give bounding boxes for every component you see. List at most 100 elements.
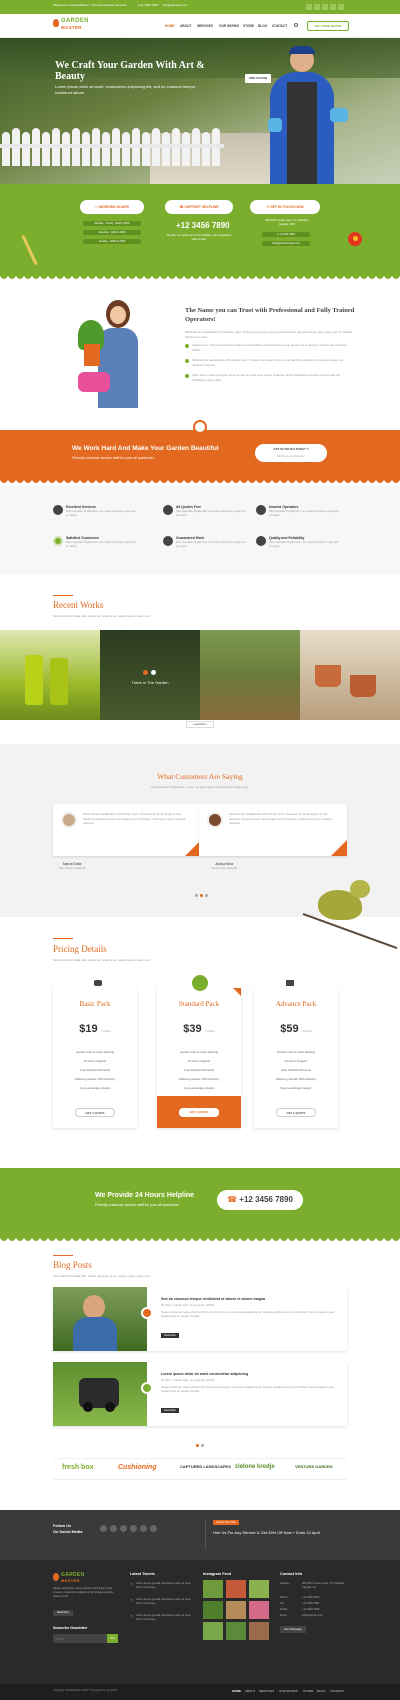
works-subtitle: Nam lobortis fringilla felis. Fusce vel … [53, 614, 151, 618]
contact-value-email[interactable]: info@domain.com [302, 1614, 323, 1618]
partner-logo-2[interactable]: Cushioning [118, 1464, 157, 1471]
read-more-button[interactable]: Read More [161, 1333, 179, 1338]
facebook-icon[interactable] [100, 1525, 107, 1532]
blog-post-1[interactable]: Sed do eiusmod tempor incididunt ut labo… [53, 1287, 347, 1351]
zoom-icon[interactable] [151, 670, 156, 675]
dribbble-icon[interactable] [130, 1525, 137, 1532]
logo-line2[interactable]: MASTER [61, 25, 82, 30]
search-icon[interactable] [294, 23, 298, 27]
read-more-button[interactable]: Read More [161, 1408, 179, 1413]
plan-name: Standard Pack [178, 1000, 220, 1008]
newsletter-submit[interactable]: GO [107, 1634, 118, 1643]
footer-nav-our-works[interactable]: OUR WORKS [279, 1689, 298, 1693]
address-phone[interactable]: (+1) 3456 7890 [262, 232, 310, 237]
topbar-email[interactable]: info@domain.com [163, 3, 187, 7]
twitter-icon[interactable] [314, 4, 320, 10]
hero-title: We Craft Your Garden With Art & Beauty [55, 60, 205, 82]
nav-our-works[interactable]: OUR WORKS [219, 24, 239, 28]
get-in-touch-button[interactable]: GET IN TOUCH TODAY !! We'll be at your R… [255, 444, 327, 462]
instagram-icon[interactable] [140, 1525, 147, 1532]
blog-image-1[interactable] [53, 1287, 147, 1351]
work-image-trees[interactable]: Trees In The Garden [100, 630, 200, 720]
work-image-turf[interactable] [200, 630, 300, 720]
get-quote-button[interactable]: GET A QUOTE [179, 1108, 219, 1117]
nav-home[interactable]: HOME [165, 24, 175, 28]
partner-logo-1[interactable]: fresh box [62, 1464, 94, 1471]
facebook-icon[interactable] [306, 4, 312, 10]
slider-dot-active[interactable] [200, 894, 203, 897]
contact-value-mobile[interactable]: +12 3456 7890 [302, 1608, 319, 1612]
cta-title: We Work Hard And Make Your Garden Beauti… [72, 445, 219, 452]
trust-title: The Name you can Trust with Professional… [185, 307, 355, 323]
newsletter-input[interactable] [53, 1634, 107, 1643]
work-image-boots[interactable] [0, 630, 100, 720]
logo-line1[interactable]: GARDEN [61, 18, 89, 24]
footer-logo-line2[interactable]: MASTER [61, 1578, 80, 1583]
slider-dot[interactable] [201, 1444, 204, 1447]
partner-logo-5[interactable]: VENTURE GARDEN [295, 1464, 333, 1469]
get-quote-button[interactable]: GET A QUOTE [276, 1108, 316, 1117]
nav-blog[interactable]: BLOG [258, 24, 267, 28]
instagram-thumb[interactable] [226, 1580, 246, 1598]
instagram-thumb[interactable] [226, 1622, 246, 1640]
working-hours-pill[interactable]: ◷ WORKING HOURS [80, 200, 144, 214]
twitter-icon[interactable] [110, 1525, 117, 1532]
top-bar: Welcome to GardenMaster - Premium Garden… [0, 0, 400, 14]
nav-contact[interactable]: CONTACT [272, 24, 287, 28]
works-title: Recent Works [53, 600, 104, 610]
work-image-pots[interactable] [300, 630, 400, 720]
topbar-phone[interactable]: (+1) 3456 7890 [138, 3, 158, 7]
phone-icon: ☎ [227, 1195, 240, 1204]
nav-services[interactable]: SERVICES [197, 24, 213, 28]
service-title-2: All Quotes Free [176, 505, 202, 509]
footer-nav-contact[interactable]: CONTACT [330, 1689, 344, 1693]
footer-read-more[interactable]: Read More [53, 1610, 73, 1616]
pricing-card-3: Advance Pack $59 / month Garden Care & Law… [254, 988, 338, 1128]
blog-post-title-1[interactable]: Sed do eiusmod tempor incididunt ut labo… [161, 1297, 265, 1301]
pinterest-icon[interactable] [120, 1525, 127, 1532]
hire-us-button[interactable]: HIRE US NOW [245, 74, 271, 83]
blog-image-2[interactable] [53, 1362, 147, 1426]
footer-nav-home[interactable]: HOME [232, 1689, 241, 1693]
tweet-2[interactable]: Lorem ipsum gravida consectetur dolor si… [136, 1598, 192, 1606]
footer-nav-services[interactable]: SERVICES [259, 1689, 274, 1693]
slider-dot[interactable] [195, 894, 198, 897]
support-phone[interactable]: +12 3456 7890 [176, 221, 230, 230]
tweet-3[interactable]: Lorem ipsum gravida consectetur dolor si… [136, 1614, 192, 1622]
blog-post-title-2[interactable]: Lorem ipsum dolor sit amet consectetur a… [161, 1372, 248, 1376]
load-more-button[interactable]: Load More [186, 721, 214, 728]
footer-nav-about[interactable]: ABOUT [245, 1689, 255, 1693]
rss-icon[interactable] [338, 4, 344, 10]
blog-post-2[interactable]: Lorem ipsum dolor sit amet consectetur a… [53, 1362, 347, 1426]
contact-value-phone[interactable]: +12 3456 7890 [302, 1596, 319, 1600]
free-quote-button[interactable]: GET FREE QUOTE [307, 21, 349, 31]
instagram-thumb[interactable] [203, 1580, 223, 1598]
footer-nav-blog[interactable]: BLOG [317, 1689, 325, 1693]
nav-about[interactable]: ABOUT [180, 24, 191, 28]
linkedin-icon[interactable] [330, 4, 336, 10]
instagram-thumb[interactable] [203, 1601, 223, 1619]
touch-pill[interactable]: ✉ GET IN TOUCH NOW [250, 200, 320, 214]
link-icon[interactable] [143, 670, 148, 675]
nav-store[interactable]: STORE [243, 24, 254, 28]
instagram-thumb[interactable] [249, 1580, 269, 1598]
rss-icon[interactable] [150, 1525, 157, 1532]
address-email[interactable]: info@gardenmaster.com [262, 241, 310, 246]
google-plus-icon[interactable] [322, 4, 328, 10]
touch-label: GET IN TOUCH NOW [270, 205, 304, 209]
instagram-thumb[interactable] [203, 1622, 223, 1640]
helpline-phone-button[interactable]: ☎ +12 3456 7890 [217, 1190, 303, 1210]
shovel-icon [286, 980, 294, 986]
slider-dot-active[interactable] [196, 1444, 199, 1447]
footer-nav-store[interactable]: STORE [303, 1689, 313, 1693]
send-message-button[interactable]: Send Message [280, 1626, 306, 1633]
partner-logo-3[interactable]: CAPTURED LANDSCAPES [180, 1464, 231, 1469]
get-quote-button[interactable]: GET A QUOTE [75, 1108, 115, 1117]
instagram-thumb[interactable] [249, 1622, 269, 1640]
support-pill[interactable]: ☎ SUPPORT HELPLINE [165, 200, 233, 214]
tweet-1[interactable]: Lorem ipsum gravida consectetur dolor si… [136, 1582, 192, 1590]
instagram-thumb[interactable] [226, 1601, 246, 1619]
partner-logo-4[interactable]: zielone kredje [235, 1464, 275, 1470]
slider-dot[interactable] [205, 894, 208, 897]
instagram-thumb[interactable] [249, 1601, 269, 1619]
